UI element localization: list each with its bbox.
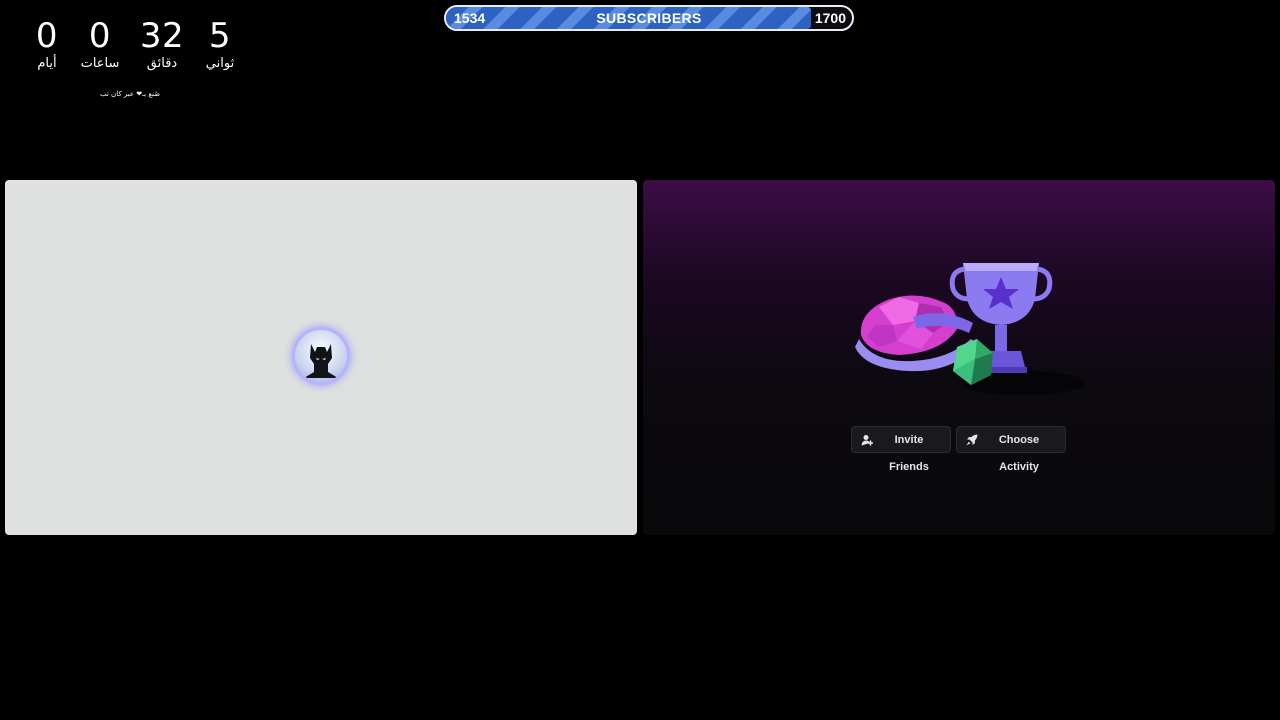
hours-value: 0 [88,16,112,56]
countdown-hours: 0 ساعات [70,16,130,72]
trophy-dice-illustration-icon [855,263,1085,395]
countdown-credit: صُنع بـ❤ عبر كان تب [100,90,161,98]
rocket-icon [966,434,978,446]
stream-overlay: 0 أيام 0 ساعات 32 دقائق 5 ثواني صُنع بـ❤… [0,0,1280,720]
days-label: أيام [37,56,57,72]
countdown-minutes: 32 دقائق [132,16,192,72]
days-value: 0 [35,16,59,56]
activity-tile: Invite Friends Choose Activity [643,180,1275,535]
invite-friends-label: Invite Friends [889,434,929,473]
choose-activity-button[interactable]: Choose Activity [956,426,1066,473]
seconds-label: ثواني [205,56,235,72]
choose-activity-label: Choose Activity [998,434,1040,473]
batman-avatar-icon[interactable] [295,330,347,382]
subscriber-goal-bar: 1534 SUBSCRIBERS 1700 [444,5,854,31]
minutes-value: 32 [139,16,185,56]
countdown-seconds: 5 ثواني [190,16,250,72]
subscriber-goal: 1700 [814,10,846,26]
person-add-icon [861,435,873,446]
participant-tile[interactable] [5,180,637,535]
invite-friends-button[interactable]: Invite Friends [851,426,951,473]
hours-label: ساعات [80,56,120,72]
subscriber-title: SUBSCRIBERS [596,10,702,26]
minutes-label: دقائق [146,56,178,72]
countdown-days: 0 أيام [17,16,77,72]
seconds-value: 5 [208,16,232,56]
